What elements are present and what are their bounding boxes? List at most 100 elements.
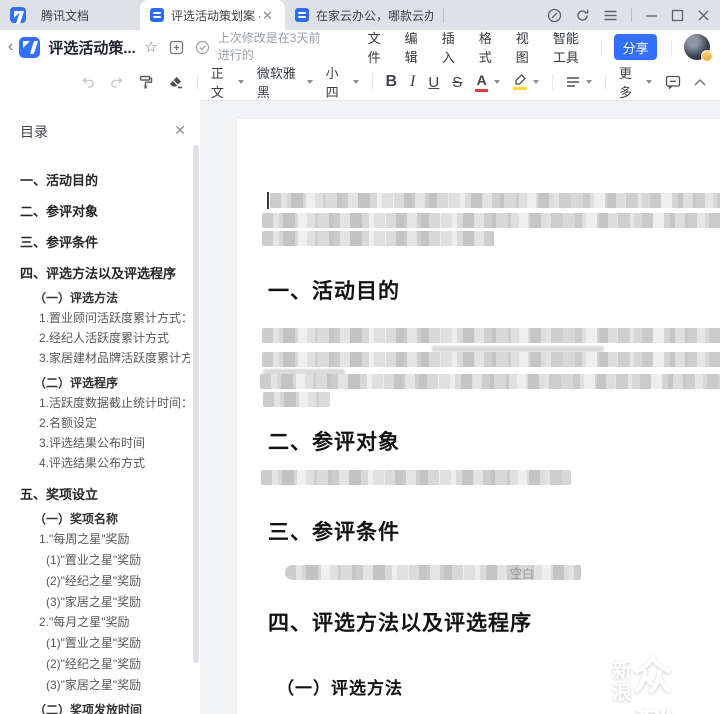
bold-button[interactable]: B — [385, 70, 397, 94]
toc-item[interactable]: 4.评选结果公布方式 — [39, 456, 190, 471]
font-family-dropdown[interactable]: 微软雅黑 — [257, 63, 313, 101]
italic-button[interactable]: I — [410, 70, 415, 94]
document-icon — [295, 8, 309, 22]
strikethrough-button[interactable]: S — [452, 70, 462, 94]
redacted-text-line — [262, 328, 720, 343]
back-icon[interactable]: ‹ — [8, 38, 13, 56]
redacted-text-line — [260, 374, 720, 389]
tab-document-active[interactable]: 评选活动策划案 - ✕ — [140, 0, 285, 30]
chevron-down-icon — [586, 80, 592, 84]
sidebar-scrollbar-thumb[interactable] — [193, 145, 199, 663]
separator — [197, 74, 198, 90]
toc-item[interactable]: (2)"经纪之星"奖励 — [46, 657, 190, 672]
highlight-color-swatch — [513, 87, 527, 90]
toc-item[interactable]: 2.经纪人活跃度累计方式 — [39, 331, 190, 346]
saved-check-icon — [195, 40, 210, 55]
doc-heading-2: 二、参评对象 — [268, 426, 400, 456]
menu-item[interactable]: 插入 — [442, 28, 459, 66]
toc-item[interactable]: （二）奖项发放时间 — [34, 703, 190, 714]
maximize-button[interactable] — [671, 9, 684, 22]
toc-item[interactable]: 一、活动目的 — [20, 173, 190, 188]
toc-item[interactable]: 1."每周之星"奖励 — [39, 532, 190, 547]
paragraph-style-dropdown[interactable]: 正文 — [211, 63, 244, 101]
underline-button[interactable]: U — [428, 70, 439, 94]
chevron-down-icon — [353, 80, 359, 84]
speed-mode-icon[interactable] — [547, 8, 562, 23]
toc-item[interactable]: 3.评选结果公布时间 — [39, 436, 190, 451]
toc-item[interactable]: (2)"经纪之星"奖励 — [46, 574, 190, 589]
doc-heading-5: （一）评选方法 — [277, 674, 403, 699]
toc-item[interactable]: （二）评选程序 — [34, 376, 190, 391]
toc-item[interactable]: 1.活跃度数据截止统计时间： — [39, 396, 190, 411]
formatting-toolbar: 正文 微软雅黑 小四 B I U S A 更多 — [0, 64, 720, 100]
document-title[interactable]: 评选活动策... — [48, 37, 134, 58]
browser-menu-icon[interactable] — [603, 9, 618, 22]
toc-item[interactable]: （一）评选方法 — [34, 291, 190, 306]
redacted-text-line — [270, 193, 720, 208]
redacted-text-line — [285, 565, 581, 580]
toc-item[interactable]: (3)"家居之星"奖励 — [46, 678, 190, 693]
alignment-dropdown[interactable] — [566, 76, 592, 88]
chevron-down-icon — [646, 80, 652, 84]
menu-item[interactable]: 格式 — [479, 28, 496, 66]
document-title-bar: ‹ 评选活动策... ☆ 上次修改是在3天前进行的 文件编辑插入格式视图智能工具… — [0, 30, 720, 64]
font-color-button[interactable]: A — [475, 73, 500, 92]
chevron-down-icon — [307, 80, 313, 84]
toc-item[interactable]: 三、参评条件 — [20, 235, 190, 250]
toc-item[interactable]: 四、评选方法以及评选程序 — [20, 266, 190, 281]
share-button[interactable]: 分享 — [614, 34, 658, 60]
more-tools-dropdown[interactable]: 更多 — [619, 63, 652, 101]
toc-item[interactable]: （一）奖项名称 — [34, 512, 190, 527]
document-page[interactable]: 一、活动目的 二、参评对象 三、参评条件 空白 四、评选方法以及评选程序 （一）… — [237, 119, 720, 714]
toc-item[interactable]: (1)"置业之星"奖励 — [46, 636, 190, 651]
clear-format-eraser-button[interactable] — [167, 70, 184, 94]
toc-item[interactable]: (3)"家居之星"奖励 — [46, 595, 190, 610]
tab-close-icon[interactable]: ✕ — [260, 7, 275, 24]
minimize-button[interactable] — [645, 9, 658, 22]
comment-button[interactable] — [665, 70, 681, 94]
redo-button[interactable] — [109, 70, 125, 94]
tab-title: 在家云办公，哪款云办 — [316, 7, 433, 24]
separator — [552, 74, 553, 90]
toc-item[interactable]: 五、奖项设立 — [20, 487, 190, 502]
tab-article[interactable]: 在家云办公，哪款云办 — [285, 0, 443, 30]
user-avatar[interactable] — [684, 34, 710, 60]
highlight-pen-icon — [513, 74, 527, 85]
toc-item[interactable]: (1)"置业之星"奖励 — [46, 553, 190, 568]
toc-item[interactable]: 1.置业顾问活跃度累计方式： — [39, 311, 190, 326]
paragraph-style-value: 正文 — [211, 63, 232, 101]
format-painter-button[interactable] — [138, 70, 154, 94]
toc-item[interactable]: 二、参评对象 — [20, 204, 190, 219]
toc-list: 一、活动目的 二、参评对象 三、参评条件 四、评选方法以及评选程序 （一）评选方… — [0, 157, 190, 714]
menu-item[interactable]: 文件 — [368, 28, 385, 66]
refresh-icon[interactable] — [575, 8, 590, 23]
undo-button[interactable] — [80, 70, 96, 94]
more-label: 更多 — [619, 63, 640, 101]
separator — [605, 74, 606, 90]
redacted-text-line — [261, 470, 571, 485]
align-left-icon — [566, 76, 580, 88]
toc-item[interactable]: 3.家居建材品牌活跃度累计方式 — [39, 351, 190, 366]
separator — [372, 74, 373, 90]
visible-text-fragment: 空白 — [510, 565, 534, 582]
font-size-value: 小四 — [326, 63, 347, 101]
menu-item[interactable]: 视图 — [516, 28, 533, 66]
close-window-button[interactable] — [697, 9, 710, 22]
toc-item[interactable]: 2.名额设定 — [39, 416, 190, 431]
toc-close-icon[interactable]: ✕ — [174, 122, 186, 139]
toc-title: 目录 — [20, 122, 48, 142]
highlight-color-button[interactable] — [513, 74, 539, 90]
menu-item[interactable]: 编辑 — [405, 28, 422, 66]
move-to-folder-icon[interactable] — [169, 40, 184, 55]
tab-title: 评选活动策划案 - — [171, 7, 260, 24]
star-favorite-icon[interactable]: ☆ — [144, 38, 157, 56]
collapse-toolbar-button[interactable] — [694, 73, 720, 91]
last-modified-status[interactable]: 上次修改是在3天前进行的 — [218, 29, 326, 65]
chevron-down-icon — [533, 80, 539, 84]
tab-tencent-docs-home[interactable]: 腾讯文档 — [0, 0, 140, 30]
font-size-dropdown[interactable]: 小四 — [326, 63, 359, 101]
menu-item[interactable]: 智能工具 — [553, 28, 587, 66]
doc-heading-4: 四、评选方法以及评选程序 — [268, 607, 532, 637]
toc-item[interactable]: 2."每月之星"奖励 — [39, 615, 190, 630]
text-cursor — [267, 192, 269, 209]
